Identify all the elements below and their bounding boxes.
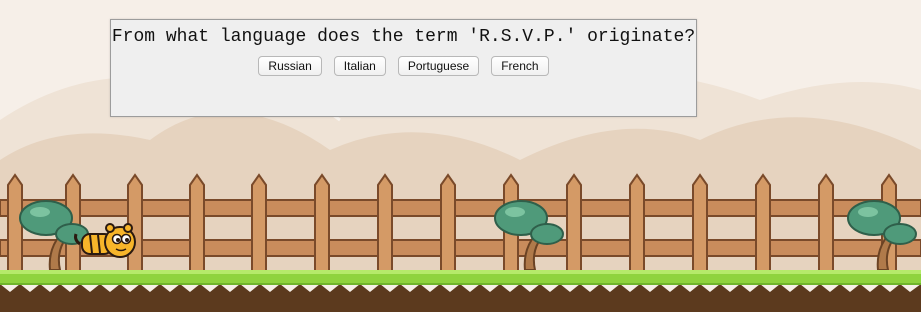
answer-button-italian[interactable]: Italian — [333, 56, 386, 76]
ground — [0, 270, 921, 312]
answer-button-russian[interactable]: Russian — [258, 56, 322, 76]
answer-button-portuguese[interactable]: Portuguese — [397, 56, 480, 76]
quiz-question: From what language does the term 'R.S.V.… — [111, 27, 696, 47]
answer-options: Russian Italian Portuguese French — [111, 56, 696, 76]
answer-button-french[interactable]: French — [491, 56, 549, 76]
quiz-panel: From what language does the term 'R.S.V.… — [110, 19, 697, 117]
